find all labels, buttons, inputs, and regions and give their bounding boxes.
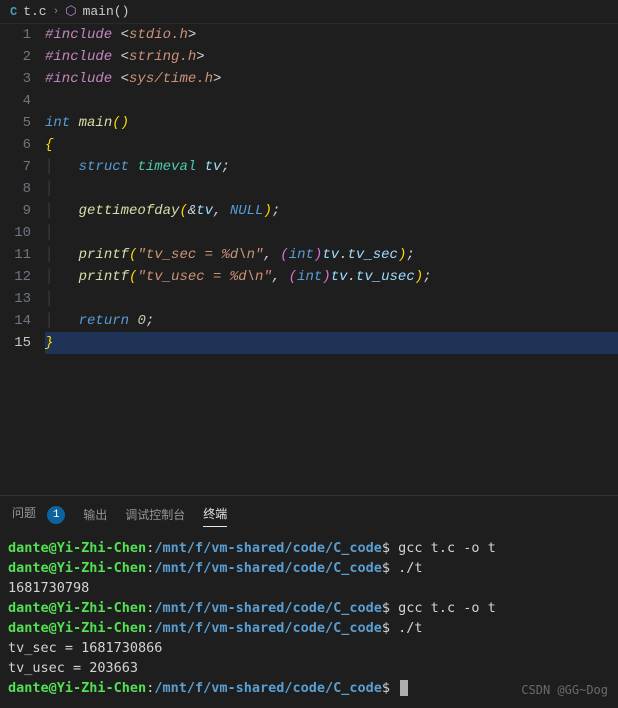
code-line[interactable]: │ bbox=[45, 222, 618, 244]
line-number: 14 bbox=[0, 310, 31, 332]
code-line[interactable]: int main() bbox=[45, 112, 618, 134]
code-line[interactable]: │ printf("tv_sec = %d\n", (int)tv.tv_sec… bbox=[45, 244, 618, 266]
code-line[interactable]: #include <sys/time.h> bbox=[45, 68, 618, 90]
line-number: 4 bbox=[0, 90, 31, 112]
code-line[interactable]: │ bbox=[45, 288, 618, 310]
terminal-prompt-line: dante@Yi-Zhi-Chen:/mnt/f/vm-shared/code/… bbox=[8, 598, 610, 618]
line-number: 13 bbox=[0, 288, 31, 310]
line-number-gutter: 123456789101112131415 bbox=[0, 24, 45, 354]
line-number: 3 bbox=[0, 68, 31, 90]
code-line[interactable]: #include <string.h> bbox=[45, 46, 618, 68]
code-line[interactable]: { bbox=[45, 134, 618, 156]
panel-tabs: 问题 1 输出 调试控制台 终端 bbox=[0, 495, 618, 534]
code-line[interactable]: │ bbox=[45, 178, 618, 200]
code-line[interactable] bbox=[45, 90, 618, 112]
code-line[interactable]: } bbox=[45, 332, 618, 354]
breadcrumb[interactable]: C t.c › ⬡ main() bbox=[0, 0, 618, 24]
line-number: 9 bbox=[0, 200, 31, 222]
line-number: 7 bbox=[0, 156, 31, 178]
terminal-prompt-line: dante@Yi-Zhi-Chen:/mnt/f/vm-shared/code/… bbox=[8, 618, 610, 638]
code-editor[interactable]: 123456789101112131415 #include <stdio.h>… bbox=[0, 24, 618, 354]
line-number: 8 bbox=[0, 178, 31, 200]
terminal-prompt-line: dante@Yi-Zhi-Chen:/mnt/f/vm-shared/code/… bbox=[8, 678, 610, 698]
code-line[interactable]: #include <stdio.h> bbox=[45, 24, 618, 46]
line-number: 1 bbox=[0, 24, 31, 46]
line-number: 2 bbox=[0, 46, 31, 68]
code-content[interactable]: #include <stdio.h>#include <string.h>#in… bbox=[45, 24, 618, 354]
terminal-output-line: 1681730798 bbox=[8, 578, 610, 598]
tab-output[interactable]: 输出 bbox=[83, 506, 107, 527]
file-c-icon: C bbox=[10, 5, 17, 19]
terminal-output-line: tv_usec = 203663 bbox=[8, 658, 610, 678]
terminal-prompt-line: dante@Yi-Zhi-Chen:/mnt/f/vm-shared/code/… bbox=[8, 558, 610, 578]
problems-count-badge: 1 bbox=[47, 506, 65, 524]
line-number: 6 bbox=[0, 134, 31, 156]
tab-terminal[interactable]: 终端 bbox=[203, 505, 227, 527]
code-line[interactable]: │ gettimeofday(&tv, NULL); bbox=[45, 200, 618, 222]
tab-problems-label: 问题 bbox=[12, 507, 36, 521]
editor-empty-area bbox=[0, 354, 618, 495]
line-number: 11 bbox=[0, 244, 31, 266]
terminal-output-line: tv_sec = 1681730866 bbox=[8, 638, 610, 658]
code-line[interactable]: │ printf("tv_usec = %d\n", (int)tv.tv_us… bbox=[45, 266, 618, 288]
breadcrumb-file[interactable]: t.c bbox=[23, 4, 46, 19]
line-number: 10 bbox=[0, 222, 31, 244]
line-number: 5 bbox=[0, 112, 31, 134]
tab-problems[interactable]: 问题 1 bbox=[12, 504, 65, 528]
chevron-right-icon: › bbox=[53, 6, 60, 18]
tab-debug-console[interactable]: 调试控制台 bbox=[125, 506, 185, 527]
terminal-panel[interactable]: dante@Yi-Zhi-Chen:/mnt/f/vm-shared/code/… bbox=[0, 534, 618, 708]
terminal-prompt-line: dante@Yi-Zhi-Chen:/mnt/f/vm-shared/code/… bbox=[8, 538, 610, 558]
terminal-cursor bbox=[400, 680, 408, 696]
watermark-text: CSDN @GG~Dog bbox=[521, 680, 608, 700]
code-line[interactable]: │ struct timeval tv; bbox=[45, 156, 618, 178]
code-line[interactable]: │ return 0; bbox=[45, 310, 618, 332]
breadcrumb-symbol[interactable]: main() bbox=[83, 4, 130, 19]
line-number: 12 bbox=[0, 266, 31, 288]
symbol-method-icon: ⬡ bbox=[65, 4, 76, 19]
line-number: 15 bbox=[0, 332, 31, 354]
